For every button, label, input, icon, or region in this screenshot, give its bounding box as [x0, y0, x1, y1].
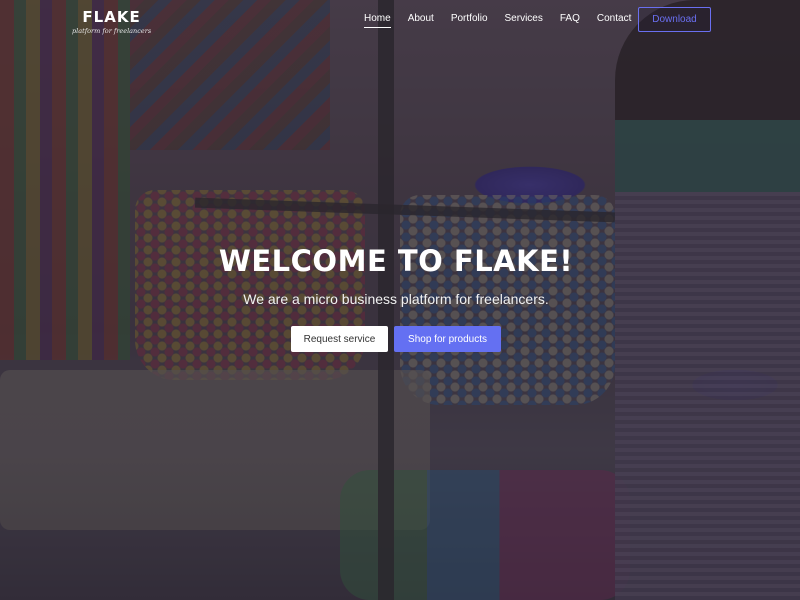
hero-title: WELCOME TO FLAKE!: [218, 244, 574, 278]
brand-name: FLAKE: [82, 8, 141, 26]
hero-subtitle: We are a micro business platform for fre…: [243, 291, 549, 307]
request-service-button[interactable]: Request service: [291, 326, 388, 352]
nav-item-portfolio[interactable]: Portfolio: [451, 13, 488, 28]
nav-item-about[interactable]: About: [408, 13, 434, 28]
hero-section: FLAKE platform for freelancers Home Abou…: [0, 0, 800, 600]
main-nav: Home About Portfolio Services FAQ Contac…: [364, 13, 631, 28]
brand-tagline: platform for freelancers: [72, 27, 152, 35]
nav-item-contact[interactable]: Contact: [597, 13, 631, 28]
nav-item-faq[interactable]: FAQ: [560, 13, 580, 28]
shop-products-button[interactable]: Shop for products: [394, 326, 501, 352]
nav-item-home[interactable]: Home: [364, 13, 391, 28]
download-button[interactable]: Download: [638, 7, 711, 32]
brand-logo[interactable]: FLAKE platform for freelancers: [72, 8, 151, 35]
nav-item-services[interactable]: Services: [505, 13, 543, 28]
